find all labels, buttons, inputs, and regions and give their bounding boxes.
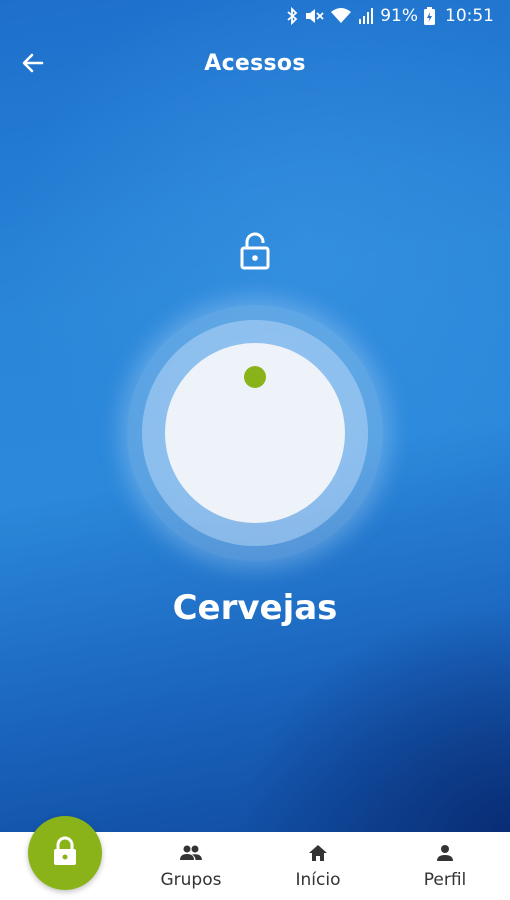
nav-label-grupos: Grupos (160, 870, 222, 890)
status-time: 10:51 (445, 6, 494, 26)
app-bar: Acessos (0, 38, 510, 90)
home-icon (273, 842, 363, 864)
battery-icon (424, 7, 435, 25)
lock-fab-button[interactable] (28, 816, 102, 890)
nav-item-inicio[interactable]: Início (273, 842, 363, 890)
nav-label-perfil: Perfil (423, 870, 467, 890)
access-screen: 91% 10:51 Acessos Cervejas (0, 0, 510, 832)
unlock-icon (239, 232, 271, 270)
signal-icon (358, 7, 374, 25)
person-icon (400, 842, 490, 864)
dial-indicator (244, 366, 266, 388)
nav-item-perfil[interactable]: Perfil (400, 842, 490, 890)
nav-label-inicio: Início (295, 870, 341, 890)
bluetooth-icon (286, 7, 298, 25)
battery-percent: 91% (380, 6, 418, 26)
status-bar: 91% 10:51 (0, 0, 510, 32)
access-name: Cervejas (172, 588, 338, 628)
page-title: Acessos (204, 51, 306, 76)
wifi-icon (330, 7, 352, 25)
nav-item-grupos[interactable]: Grupos (146, 842, 236, 890)
mute-icon (304, 7, 324, 25)
group-icon (146, 842, 236, 864)
lock-icon (52, 836, 78, 870)
